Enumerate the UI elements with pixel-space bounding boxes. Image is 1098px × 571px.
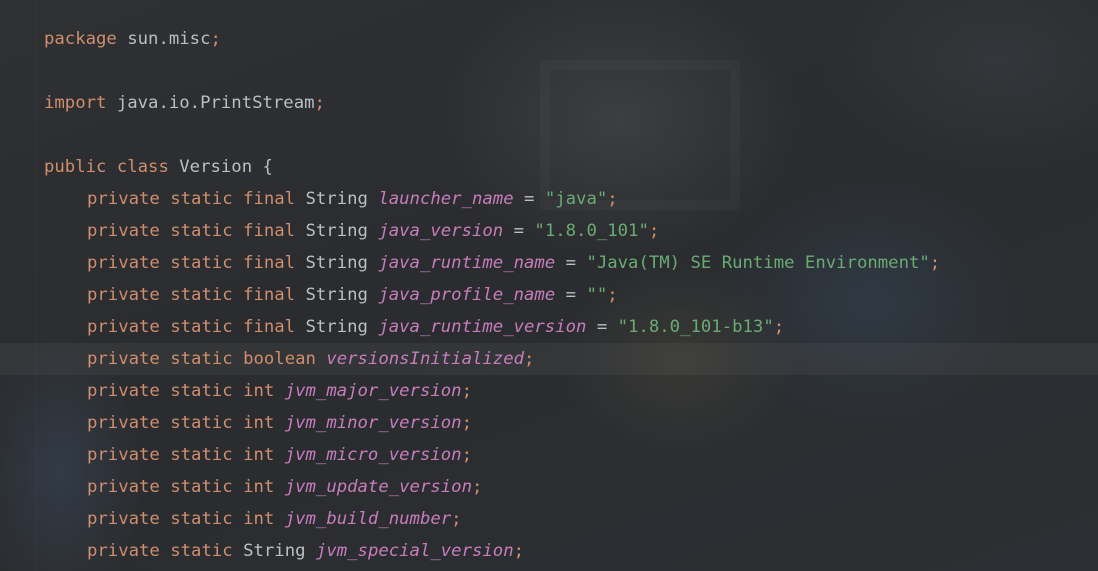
field-modifiers: private static [87, 477, 233, 497]
field-type: String [305, 221, 368, 241]
field-modifiers: private static final [87, 221, 296, 241]
code-line-decl[interactable]: private static int jvm_build_number; [0, 503, 1098, 535]
code-line-decl[interactable]: private static String jvm_special_versio… [0, 535, 1098, 567]
code-line-field[interactable]: private static final String java_version… [0, 215, 1098, 247]
assign-operator: = [524, 189, 535, 209]
code-line-field[interactable]: private static final String java_runtime… [0, 247, 1098, 279]
field-name: versionsInitialized [326, 349, 525, 369]
field-type: int [243, 445, 275, 465]
semicolon: ; [314, 93, 325, 113]
keyword-public: public [44, 157, 107, 177]
field-type: String [243, 541, 306, 561]
assign-operator: = [565, 285, 577, 305]
code-line-class-declaration[interactable]: public class Version { [0, 151, 1098, 183]
string-literal: "java" [544, 189, 608, 209]
field-name: jvm_special_version [315, 541, 514, 561]
class-name: Version [179, 157, 253, 177]
semicolon: ; [461, 445, 472, 465]
open-brace: { [262, 157, 273, 177]
field-name: launcher_name [378, 189, 514, 209]
field-name: java_runtime_version [378, 317, 587, 337]
code-line-decl[interactable]: private static int jvm_update_version; [0, 471, 1098, 503]
code-line-decl[interactable]: private static int jvm_micro_version; [0, 439, 1098, 471]
field-modifiers: private static [87, 541, 233, 561]
code-line-field[interactable]: private static final String launcher_nam… [0, 183, 1098, 215]
semicolon: ; [461, 413, 472, 433]
semicolon: ; [210, 29, 221, 49]
semicolon: ; [524, 349, 535, 369]
field-modifiers: private static [87, 381, 233, 401]
field-type: String [305, 189, 368, 209]
field-type: String [305, 253, 368, 273]
field-type: String [305, 285, 368, 305]
field-modifiers: private static [87, 349, 233, 369]
field-modifiers: private static final [87, 253, 296, 273]
field-modifiers: private static [87, 445, 233, 465]
code-line-decl[interactable]: private static int jvm_major_version; [0, 375, 1098, 407]
semicolon: ; [607, 189, 618, 209]
string-literal: "Java(TM) SE Runtime Environment" [586, 253, 930, 273]
code-line-current[interactable]: private static boolean versionsInitializ… [0, 343, 1098, 375]
field-type: int [243, 509, 275, 529]
semicolon: ; [648, 221, 660, 241]
string-literal: "1.8.0_101-b13" [617, 317, 774, 337]
field-type: boolean [243, 349, 316, 369]
semicolon: ; [461, 381, 472, 401]
field-modifiers: private static [87, 413, 233, 433]
assign-operator: = [565, 253, 577, 273]
semicolon: ; [513, 541, 525, 561]
code-line-field[interactable]: private static final String java_profile… [0, 279, 1098, 311]
field-type: String [305, 317, 368, 337]
semicolon: ; [929, 253, 941, 273]
semicolon: ; [607, 285, 618, 305]
field-name: java_version [378, 221, 504, 241]
field-modifiers: private static final [87, 317, 296, 337]
keyword-class: class [116, 157, 169, 177]
code-line-field[interactable]: private static final String java_runtime… [0, 311, 1098, 343]
semicolon: ; [451, 509, 462, 529]
field-modifiers: private static final [87, 189, 296, 209]
keyword-import: import [44, 93, 107, 113]
code-line-import[interactable]: import java.io.PrintStream; [0, 87, 1098, 119]
field-name: java_profile_name [378, 285, 556, 305]
semicolon: ; [471, 477, 483, 497]
field-name: jvm_major_version [284, 381, 462, 401]
package-name: sun.misc [127, 29, 211, 49]
field-name: java_runtime_name [378, 253, 556, 273]
field-name: jvm_update_version [284, 477, 472, 497]
field-name: jvm_minor_version [284, 413, 462, 433]
assign-operator: = [513, 221, 525, 241]
field-modifiers: private static [87, 509, 233, 529]
import-name: java.io.PrintStream [116, 93, 315, 113]
string-literal: "" [586, 285, 608, 305]
code-editor[interactable]: package sun.misc; import java.io.PrintSt… [0, 0, 1098, 571]
code-line-decl[interactable]: private static int jvm_minor_version; [0, 407, 1098, 439]
field-type: int [243, 413, 275, 433]
field-modifiers: private static final [87, 285, 296, 305]
field-name: jvm_micro_version [284, 445, 462, 465]
keyword-package: package [44, 29, 117, 49]
field-name: jvm_build_number [284, 509, 452, 529]
code-line-package[interactable]: package sun.misc; [0, 23, 1098, 55]
semicolon: ; [773, 317, 785, 337]
field-type: int [243, 477, 275, 497]
field-type: int [243, 381, 275, 401]
assign-operator: = [596, 317, 608, 337]
string-literal: "1.8.0_101" [534, 221, 649, 241]
